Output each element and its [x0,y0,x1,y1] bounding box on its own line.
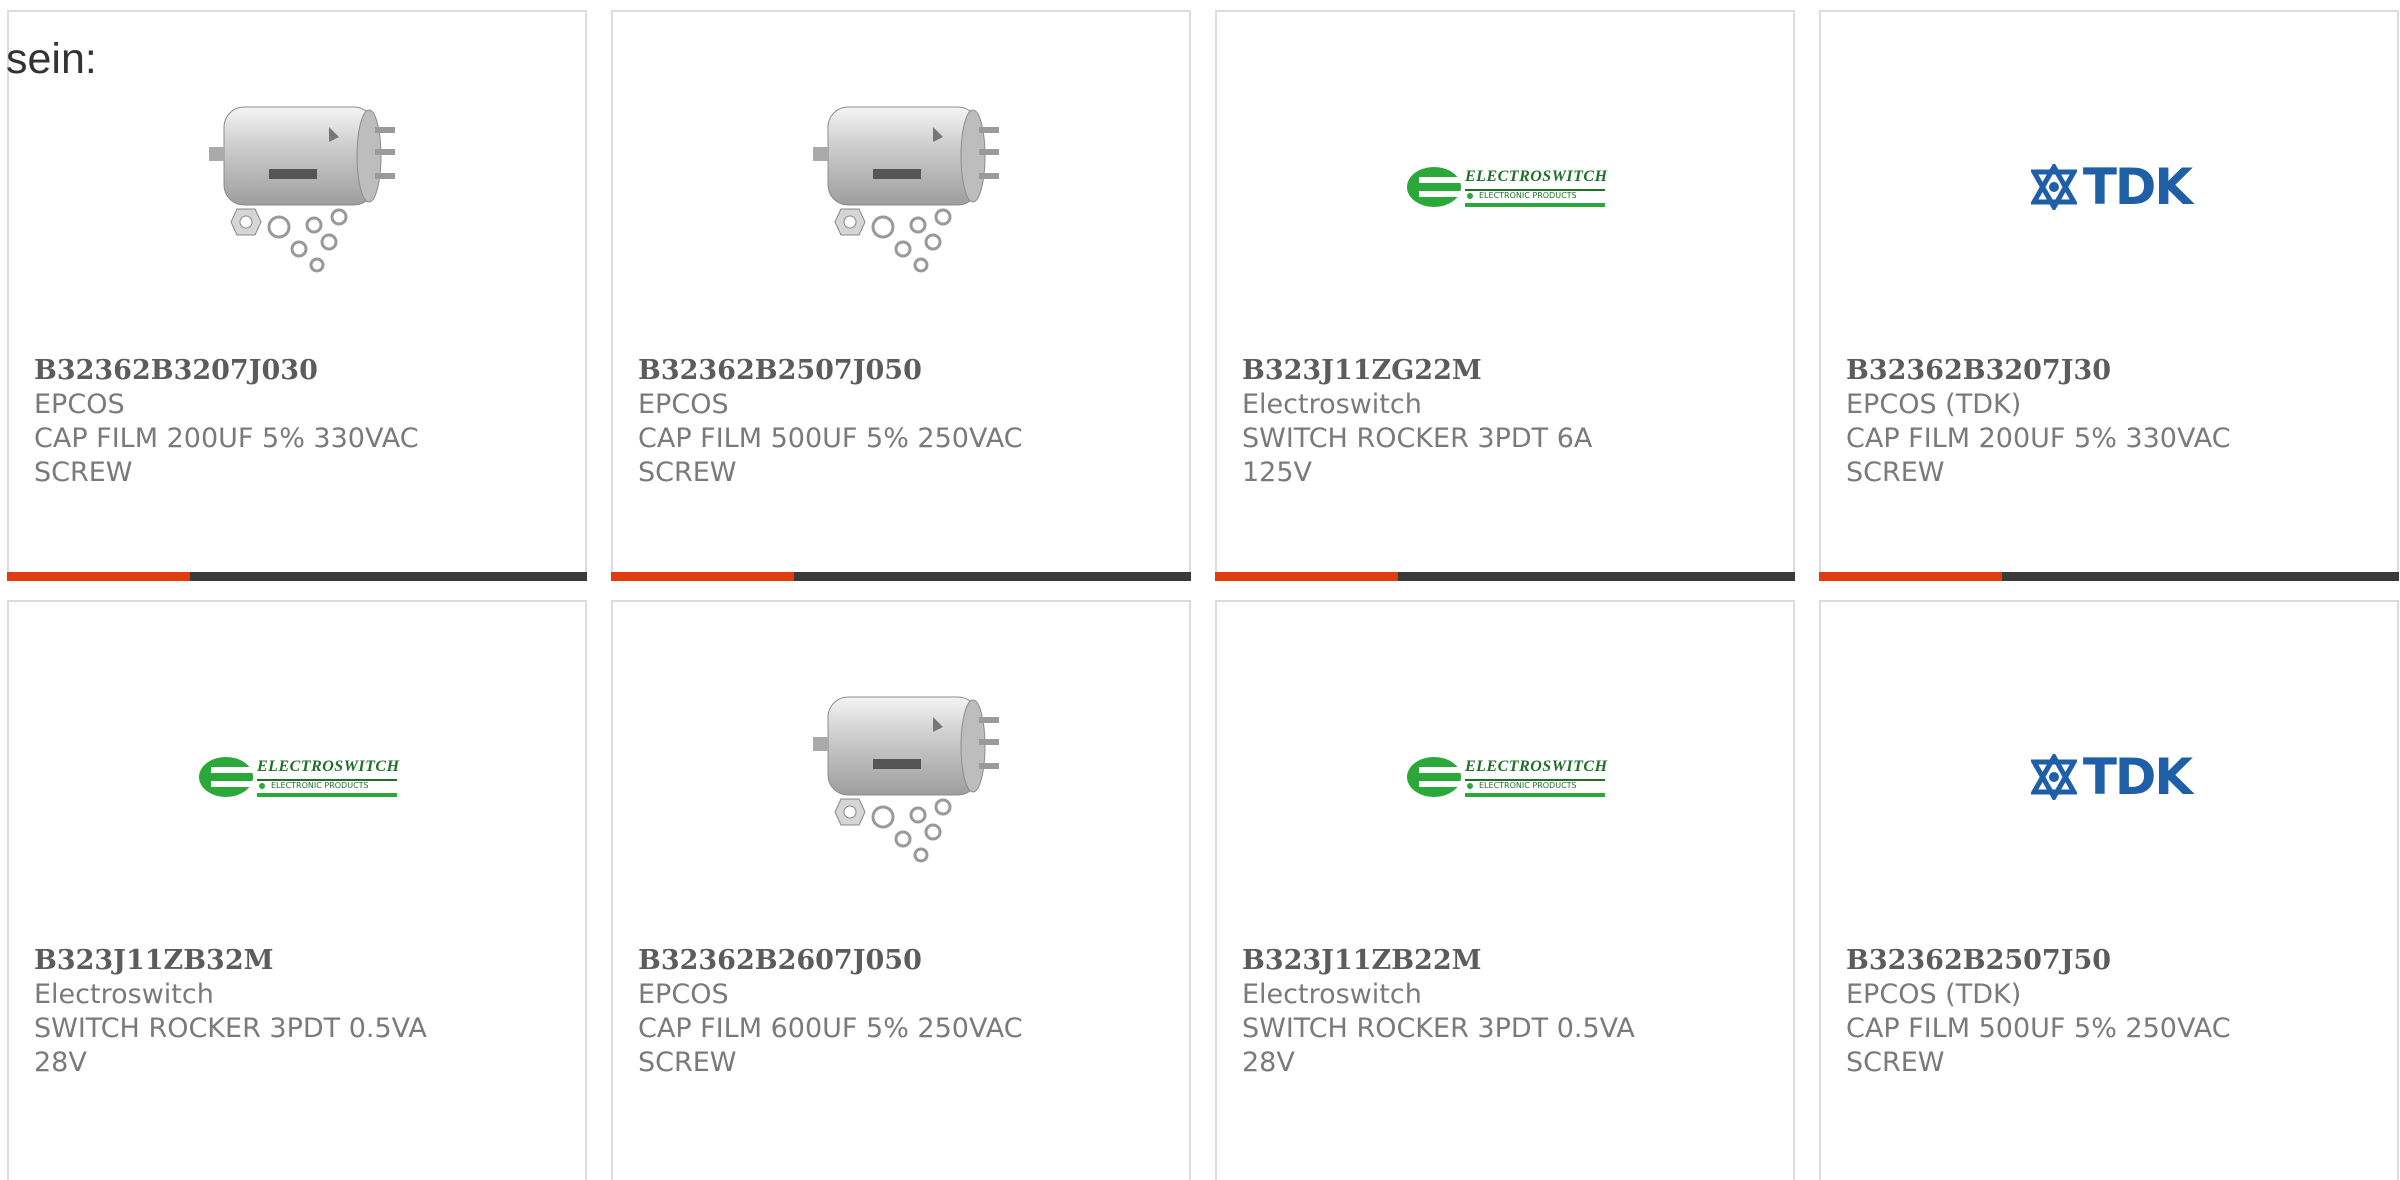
electroswitch-logo-tagline: ELECTRONIC PRODUCTS [1479,781,1577,790]
electroswitch-logo[interactable]: ELECTROSWITCH ELECTRONIC PRODUCTS [1407,87,1607,287]
description: CAP FILM 500UF 5% 250VAC SCREW [1846,1013,2231,1078]
manufacturer: EPCOS [638,979,729,1010]
electroswitch-logo-tagline: ELECTRONIC PRODUCTS [1479,191,1577,200]
description: CAP FILM 600UF 5% 250VAC SCREW [638,1013,1023,1078]
part-number-link[interactable]: B323J11ZB22M [1242,944,1773,978]
manufacturer: EPCOS (TDK) [1846,979,2022,1010]
part-number-link[interactable]: B32362B3207J30 [1846,354,2377,388]
tdk-logo[interactable]: TDK [2011,677,2211,877]
electroswitch-logo[interactable]: ELECTROSWITCH ELECTRONIC PRODUCTS [199,677,399,877]
electroswitch-logo[interactable]: ELECTROSWITCH ELECTRONIC PRODUCTS [1407,677,1607,877]
tdk-logo[interactable]: TDK [2011,87,2211,287]
manufacturer: EPCOS (TDK) [1846,389,2022,420]
part-number-link[interactable]: B323J11ZG22M [1242,354,1773,388]
card-accent-bar [7,572,587,581]
product-card[interactable]: B32362B2607J050 EPCOS CAP FILM 600UF 5% … [611,600,1191,1180]
product-card[interactable]: ELECTROSWITCH ELECTRONIC PRODUCTS B323J1… [1215,10,1795,581]
part-number-link[interactable]: B32362B3207J030 [34,354,565,388]
manufacturer: Electroswitch [1242,389,1422,420]
product-card[interactable]: ELECTROSWITCH ELECTRONIC PRODUCTS B323J1… [7,600,587,1180]
description: SWITCH ROCKER 3PDT 6A 125V [1242,423,1593,488]
product-card[interactable]: B32362B3207J030 EPCOS CAP FILM 200UF 5% … [7,10,587,581]
product-card[interactable]: B32362B2507J050 EPCOS CAP FILM 500UF 5% … [611,10,1191,581]
part-number-link[interactable]: B32362B2507J050 [638,354,1169,388]
electroswitch-logo-name: ELECTROSWITCH [1465,168,1608,185]
intro-text: sein: [6,35,97,83]
capacitor-image[interactable] [199,87,399,287]
tdk-emblem-icon [2030,754,2077,800]
card-accent-bar [1215,572,1795,581]
electroswitch-logo-name: ELECTROSWITCH [1465,758,1608,775]
card-accent-bar [611,572,1191,581]
manufacturer: Electroswitch [1242,979,1422,1010]
capacitor-image[interactable] [803,87,1003,287]
electroswitch-logo-tagline: ELECTRONIC PRODUCTS [271,781,369,790]
product-card[interactable]: ELECTROSWITCH ELECTRONIC PRODUCTS B323J1… [1215,600,1795,1180]
description: CAP FILM 500UF 5% 250VAC SCREW [638,423,1023,488]
manufacturer: EPCOS [34,389,125,420]
manufacturer: Electroswitch [34,979,214,1010]
electroswitch-logo-name: ELECTROSWITCH [257,758,400,775]
product-card[interactable]: TDK B32362B2507J50 EPCOS (TDK) CAP FILM … [1819,600,2399,1180]
description: CAP FILM 200UF 5% 330VAC SCREW [34,423,419,488]
description: SWITCH ROCKER 3PDT 0.5VA 28V [34,1013,427,1078]
tdk-logo-text: TDK [2082,748,2193,806]
part-number-link[interactable]: B323J11ZB32M [34,944,565,978]
card-accent-bar [1819,572,2399,581]
manufacturer: EPCOS [638,389,729,420]
tdk-logo-text: TDK [2082,158,2193,216]
part-number-link[interactable]: B32362B2507J50 [1846,944,2377,978]
capacitor-image[interactable] [803,677,1003,877]
tdk-emblem-icon [2030,164,2077,210]
product-card[interactable]: TDK B32362B3207J30 EPCOS (TDK) CAP FILM … [1819,10,2399,581]
part-number-link[interactable]: B32362B2607J050 [638,944,1169,978]
description: SWITCH ROCKER 3PDT 0.5VA 28V [1242,1013,1635,1078]
description: CAP FILM 200UF 5% 330VAC SCREW [1846,423,2231,488]
